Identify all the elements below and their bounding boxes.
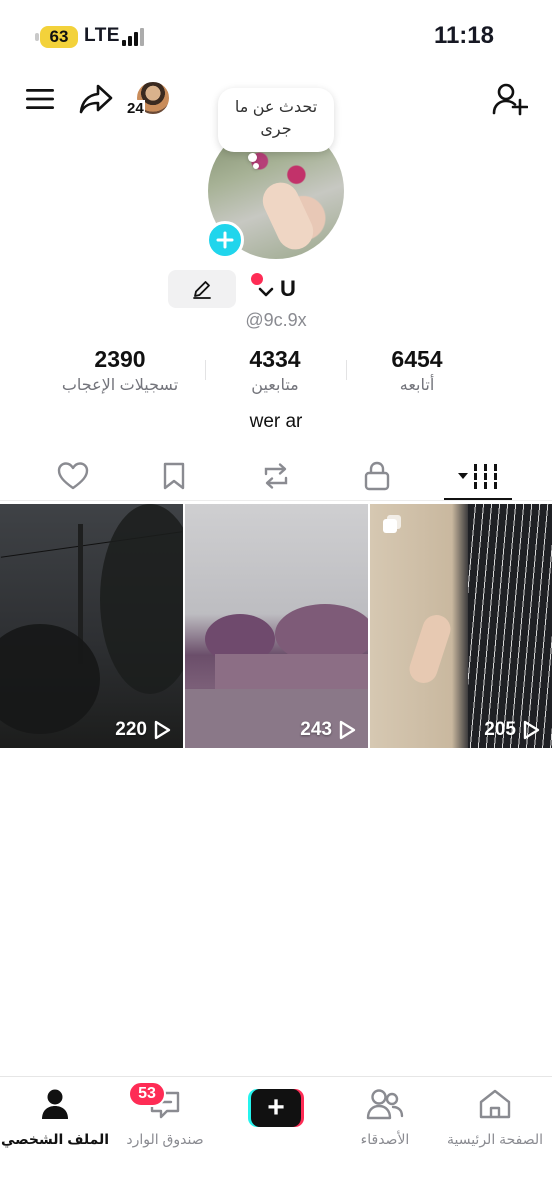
story-count: 24 (126, 100, 145, 117)
heart-icon (57, 462, 89, 490)
play-count: 243 (300, 719, 356, 741)
followers-count: 4334 (249, 346, 301, 372)
clock: 11:18 (433, 22, 494, 49)
tab-reposts[interactable] (254, 458, 298, 494)
menu-icon (26, 89, 54, 109)
play-count-value: 220 (115, 719, 147, 740)
video-grid: 220 243 205 (0, 504, 552, 748)
following-label: أتابعه (399, 377, 435, 394)
share-button[interactable] (76, 80, 116, 118)
nav-inbox-label: صندوق الوارد (126, 1131, 204, 1147)
following-count: 6454 (391, 346, 443, 372)
lock-icon (364, 461, 390, 491)
tab-videos[interactable] (448, 458, 512, 494)
note-bubble[interactable]: تحدث عن ما جرى (218, 88, 334, 152)
likes-stat[interactable]: 2390 تسجيلات الإعجاب (45, 346, 195, 395)
video-thumbnail[interactable]: 220 (0, 504, 183, 748)
add-friend-button[interactable] (490, 80, 530, 118)
likes-label: تسجيلات الإعجاب (61, 377, 179, 394)
play-icon (523, 720, 540, 740)
edit-profile-button[interactable] (168, 270, 236, 308)
nav-inbox[interactable]: 53 صندوق الوارد (110, 1081, 220, 1148)
profile-stats: 2390 تسجيلات الإعجاب 4334 متابعين 6454 أ… (0, 346, 552, 402)
friends-icon (366, 1089, 404, 1120)
bookmark-icon (163, 462, 185, 490)
menu-button[interactable] (22, 82, 58, 116)
repost-icon (264, 463, 288, 489)
profile-bio: wer ar (249, 411, 303, 432)
battery-indicator: 63 (35, 26, 78, 48)
followers-label: متابعين (251, 377, 299, 394)
add-user-icon (492, 83, 528, 116)
following-stat[interactable]: 6454 أتابعه (342, 346, 492, 395)
play-count-value: 243 (300, 719, 332, 740)
username: @9c.9x (245, 310, 307, 330)
pencil-icon (193, 281, 211, 299)
signal-icon (122, 28, 144, 46)
likes-count: 2390 (94, 346, 146, 372)
chevron-down-icon (258, 287, 274, 297)
tab-private[interactable] (355, 458, 399, 494)
play-count-value: 205 (484, 719, 516, 740)
bottom-navigation: الملف الشخصي 53 صندوق الوارد + الأصدقاء … (0, 1076, 552, 1195)
home-icon (479, 1089, 511, 1119)
network-label: LTE (84, 25, 120, 46)
play-icon (154, 720, 171, 740)
account-switcher[interactable]: U (252, 272, 296, 306)
display-name: U (280, 276, 296, 301)
share-icon (79, 84, 113, 114)
nav-home[interactable]: الصفحة الرئيسية (440, 1085, 550, 1148)
nav-home-label: الصفحة الرئيسية (446, 1131, 544, 1147)
plus-icon (216, 231, 234, 249)
nav-profile-label: الملف الشخصي (0, 1131, 110, 1147)
content-tabs (0, 452, 552, 500)
play-icon (339, 720, 356, 740)
video-thumbnail[interactable]: 243 (185, 504, 368, 748)
create-button[interactable]: + (248, 1089, 304, 1127)
create-plus-icon: + (251, 1089, 301, 1127)
tab-liked[interactable] (51, 458, 95, 494)
nav-create[interactable]: + (221, 1085, 331, 1131)
play-count: 220 (115, 719, 171, 741)
status-bar: 63 LTE 11:18 (0, 0, 552, 70)
play-count: 205 (484, 719, 540, 741)
tab-saved[interactable] (152, 458, 196, 494)
add-story-button[interactable] (206, 221, 244, 259)
inbox-badge: 53 (128, 1081, 166, 1107)
nav-friends-label: الأصدقاء (360, 1131, 410, 1147)
nav-profile[interactable]: الملف الشخصي (0, 1085, 110, 1148)
grid-icon (458, 464, 497, 489)
profile-icon (42, 1089, 68, 1119)
nav-friends[interactable]: الأصدقاء (330, 1085, 440, 1148)
multi-photo-icon (383, 515, 401, 533)
video-thumbnail[interactable]: 205 (370, 504, 552, 748)
followers-stat[interactable]: 4334 متابعين (200, 346, 350, 395)
story-shortcut[interactable]: 24 (124, 80, 172, 118)
